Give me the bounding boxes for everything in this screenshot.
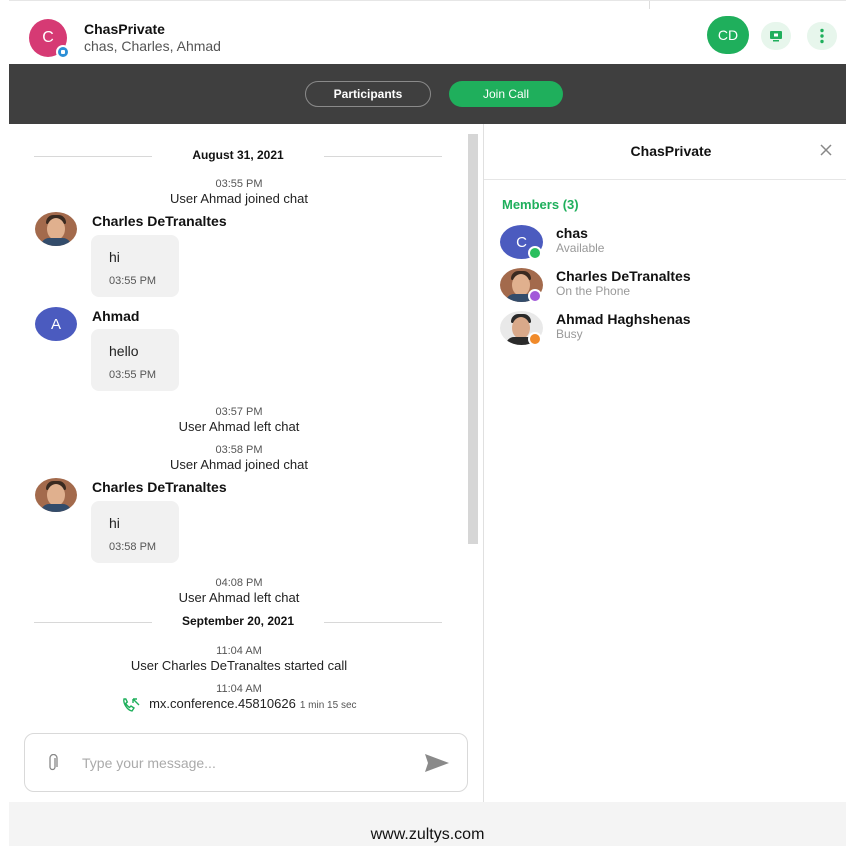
system-message-text: User Charles DeTranaltes started call bbox=[130, 658, 348, 673]
message-time: 03:55 PM bbox=[109, 369, 157, 381]
busy-status-icon bbox=[528, 332, 542, 346]
avatar-face bbox=[47, 218, 65, 240]
chat-title: ChasPrivate bbox=[84, 21, 165, 37]
message-text: hello bbox=[109, 343, 139, 359]
call-ended-icon bbox=[123, 697, 140, 712]
member-name: Ahmad Haghshenas bbox=[556, 311, 691, 327]
footer: www.zultys.com bbox=[9, 802, 846, 846]
call-duration: 1 min 15 sec bbox=[299, 700, 357, 711]
members-count-label: Members (3) bbox=[502, 197, 579, 212]
message-sender: Ahmad bbox=[92, 308, 140, 324]
chat-scrollbar[interactable] bbox=[468, 134, 478, 544]
header-divider bbox=[649, 1, 650, 9]
message-bubble[interactable]: hi 03:58 PM bbox=[91, 501, 179, 563]
system-message-time: 11:04 AM bbox=[216, 645, 262, 657]
call-record[interactable]: mx.conference.45810626 1 min 15 sec bbox=[9, 696, 469, 713]
member-name: chas bbox=[556, 225, 588, 241]
call-name: mx.conference.45810626 bbox=[149, 696, 296, 711]
system-message: 11:04 AM User Charles DeTranaltes starte… bbox=[9, 644, 469, 674]
sender-avatar-photo[interactable] bbox=[35, 478, 77, 512]
close-icon[interactable] bbox=[818, 142, 834, 158]
group-chat-badge-icon bbox=[56, 45, 70, 59]
chat-messages-pane[interactable]: August 31, 2021 03:55 PM User Ahmad join… bbox=[9, 124, 483, 802]
app-window: C ChasPrivate chas, Charles, Ahmad CD Pa… bbox=[0, 0, 846, 846]
system-message-text: User Ahmad left chat bbox=[178, 590, 300, 605]
system-message-time: 04:08 PM bbox=[215, 577, 263, 589]
divider bbox=[484, 179, 846, 180]
participants-button[interactable]: Participants bbox=[305, 81, 431, 107]
send-icon[interactable] bbox=[424, 753, 450, 773]
system-message: 03:58 PM User Ahmad joined chat bbox=[9, 443, 469, 473]
message-bubble[interactable]: hello 03:55 PM bbox=[91, 329, 179, 391]
panel-title: ChasPrivate bbox=[630, 143, 712, 159]
system-message-text: User Ahmad joined chat bbox=[169, 191, 309, 206]
message-sender: Charles DeTranaltes bbox=[92, 479, 227, 495]
message-input[interactable] bbox=[82, 751, 382, 775]
vertical-dots-icon bbox=[820, 28, 824, 44]
screen-share-icon bbox=[770, 31, 782, 42]
message-time: 03:55 PM bbox=[109, 275, 157, 287]
on-phone-status-icon bbox=[528, 289, 542, 303]
system-message-text: User Ahmad left chat bbox=[178, 419, 300, 434]
members-panel: ChasPrivate Members (3) C chas Available… bbox=[484, 124, 846, 802]
system-message-time: 03:55 PM bbox=[215, 178, 263, 190]
date-label: August 31, 2021 bbox=[192, 148, 284, 162]
message-sender: Charles DeTranaltes bbox=[92, 213, 227, 229]
message-composer bbox=[24, 733, 468, 792]
call-record-time: 11:04 AM bbox=[9, 682, 469, 696]
system-message-text: User Ahmad joined chat bbox=[169, 457, 309, 472]
footer-url: www.zultys.com bbox=[370, 826, 485, 843]
group-avatar[interactable]: C bbox=[29, 19, 70, 59]
paperclip-icon[interactable] bbox=[47, 754, 59, 772]
system-message: 03:55 PM User Ahmad joined chat bbox=[9, 177, 469, 207]
message-time: 03:58 PM bbox=[109, 541, 157, 553]
system-message: 03:57 PM User Ahmad left chat bbox=[9, 405, 469, 435]
chat-participants-summary: chas, Charles, Ahmad bbox=[84, 38, 221, 54]
avatar-shirt bbox=[41, 504, 71, 512]
avatar-face bbox=[512, 274, 530, 296]
avatar-shirt bbox=[41, 238, 71, 246]
sender-avatar-photo[interactable] bbox=[35, 212, 77, 246]
message-bubble[interactable]: hi 03:55 PM bbox=[91, 235, 179, 297]
join-call-button[interactable]: Join Call bbox=[449, 81, 563, 107]
date-separator: September 20, 2021 bbox=[34, 613, 442, 631]
member-status: Busy bbox=[556, 327, 583, 341]
avatar-face bbox=[512, 317, 530, 339]
screen-share-button[interactable] bbox=[761, 22, 791, 50]
chat-header: C ChasPrivate chas, Charles, Ahmad CD bbox=[9, 0, 846, 64]
user-avatar-button[interactable]: CD bbox=[707, 16, 749, 54]
member-item[interactable]: Charles DeTranaltes On the Phone bbox=[500, 268, 840, 304]
system-message-time: 03:58 PM bbox=[215, 444, 263, 456]
member-item[interactable]: C chas Available bbox=[500, 225, 840, 261]
avatar-face bbox=[47, 484, 65, 506]
sender-avatar-initial[interactable]: A bbox=[35, 307, 77, 341]
available-status-icon bbox=[528, 246, 542, 260]
system-message: 04:08 PM User Ahmad left chat bbox=[9, 576, 469, 606]
member-item[interactable]: Ahmad Haghshenas Busy bbox=[500, 311, 840, 347]
member-status: On the Phone bbox=[556, 284, 631, 298]
message-text: hi bbox=[109, 249, 120, 265]
system-message-time: 03:57 PM bbox=[215, 406, 263, 418]
date-label: September 20, 2021 bbox=[181, 614, 295, 628]
date-separator: August 31, 2021 bbox=[34, 147, 442, 165]
more-options-button[interactable] bbox=[807, 22, 837, 50]
member-status: Available bbox=[556, 241, 605, 255]
call-time: 11:04 AM bbox=[216, 683, 262, 695]
call-toolbar: Participants Join Call bbox=[9, 64, 846, 124]
member-name: Charles DeTranaltes bbox=[556, 268, 691, 284]
message-text: hi bbox=[109, 515, 120, 531]
group-avatar-initial: C bbox=[42, 29, 54, 46]
